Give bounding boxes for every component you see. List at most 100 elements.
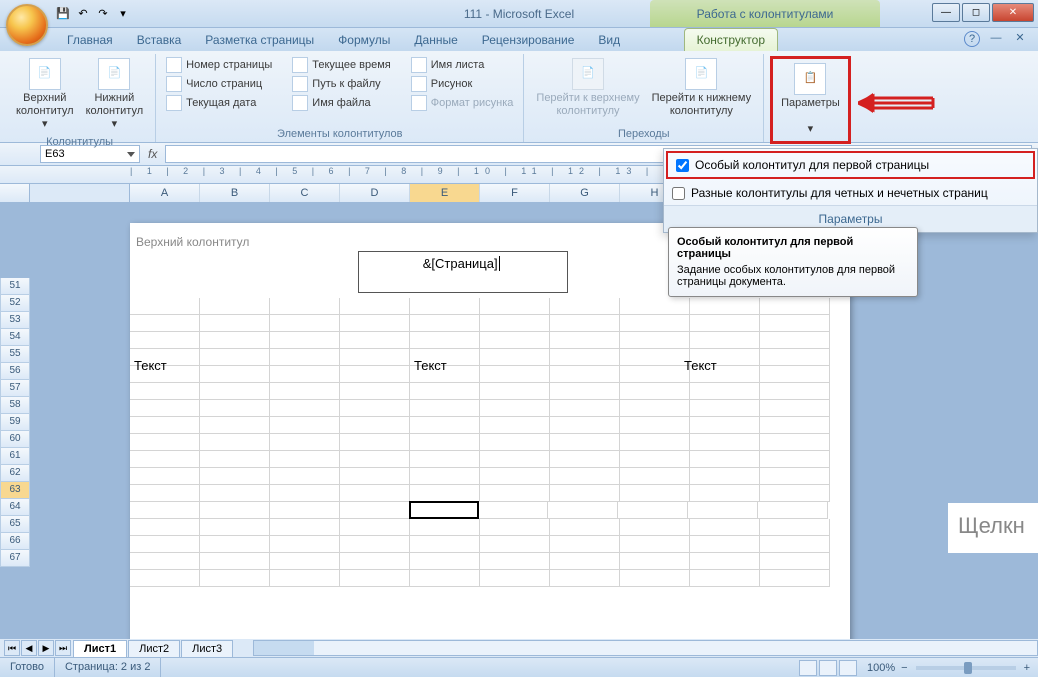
- cell[interactable]: [760, 553, 830, 570]
- cell[interactable]: [200, 417, 270, 434]
- cell[interactable]: [760, 315, 830, 332]
- cell[interactable]: [410, 536, 480, 553]
- cell[interactable]: [410, 315, 480, 332]
- minimize-button[interactable]: —: [932, 3, 960, 22]
- tab-design[interactable]: Конструктор: [684, 28, 778, 51]
- odd-even-checkbox[interactable]: [672, 187, 685, 200]
- row-53[interactable]: 53: [0, 312, 30, 329]
- cell[interactable]: [270, 570, 340, 587]
- cell[interactable]: [760, 468, 830, 485]
- current-time-button[interactable]: Текущее время: [288, 56, 394, 74]
- cell[interactable]: [480, 332, 550, 349]
- cell[interactable]: [130, 315, 200, 332]
- cell[interactable]: [410, 570, 480, 587]
- first-sheet-icon[interactable]: ⏮: [4, 640, 20, 656]
- cell[interactable]: [270, 383, 340, 400]
- cell[interactable]: [690, 417, 760, 434]
- cell[interactable]: [760, 383, 830, 400]
- cell[interactable]: [340, 434, 410, 451]
- cell[interactable]: [200, 553, 270, 570]
- footer-button[interactable]: 📄Нижний колонтитул▾: [80, 56, 150, 134]
- cell[interactable]: [550, 332, 620, 349]
- cell[interactable]: [200, 485, 270, 502]
- maximize-button[interactable]: ◻: [962, 3, 990, 22]
- cell[interactable]: [550, 383, 620, 400]
- cell[interactable]: [550, 315, 620, 332]
- cell[interactable]: [270, 417, 340, 434]
- cell[interactable]: [480, 468, 550, 485]
- col-A[interactable]: A: [130, 184, 200, 202]
- tab-home[interactable]: Главная: [55, 29, 125, 51]
- next-sheet-icon[interactable]: ▶: [38, 640, 54, 656]
- file-name-button[interactable]: Имя файла: [288, 94, 394, 112]
- cell[interactable]: [690, 468, 760, 485]
- goto-footer-button[interactable]: 📄Перейти к нижнему колонтитулу: [646, 56, 757, 120]
- cell[interactable]: [550, 417, 620, 434]
- cell[interactable]: [130, 553, 200, 570]
- cell[interactable]: [618, 502, 688, 519]
- cell[interactable]: [550, 434, 620, 451]
- tab-insert[interactable]: Вставка: [125, 29, 194, 51]
- col-D[interactable]: D: [340, 184, 410, 202]
- cell[interactable]: [480, 536, 550, 553]
- cell[interactable]: [410, 332, 480, 349]
- cell-text[interactable]: Текст: [410, 358, 480, 373]
- cell[interactable]: [480, 553, 550, 570]
- qat-dropdown-icon[interactable]: ▾: [115, 6, 131, 22]
- normal-view-icon[interactable]: [799, 660, 817, 676]
- cell[interactable]: [620, 485, 690, 502]
- cell[interactable]: [760, 485, 830, 502]
- cell[interactable]: [410, 400, 480, 417]
- cell[interactable]: [550, 570, 620, 587]
- cell[interactable]: [200, 519, 270, 536]
- page-number-button[interactable]: Номер страницы: [162, 56, 276, 74]
- cell[interactable]: [200, 383, 270, 400]
- cell[interactable]: [200, 434, 270, 451]
- cell[interactable]: [270, 315, 340, 332]
- cell[interactable]: [270, 502, 340, 519]
- cell[interactable]: [480, 434, 550, 451]
- cell[interactable]: [410, 298, 480, 315]
- cell[interactable]: [270, 451, 340, 468]
- cell[interactable]: [620, 468, 690, 485]
- cell[interactable]: [620, 553, 690, 570]
- cell[interactable]: [200, 570, 270, 587]
- cell[interactable]: [340, 400, 410, 417]
- cell[interactable]: [270, 298, 340, 315]
- cell[interactable]: [340, 570, 410, 587]
- cell[interactable]: [130, 485, 200, 502]
- cell[interactable]: [480, 485, 550, 502]
- cell[interactable]: [410, 519, 480, 536]
- minimize-ribbon-icon[interactable]: —: [988, 31, 1004, 47]
- row-67[interactable]: 67: [0, 550, 30, 567]
- tab-page-layout[interactable]: Разметка страницы: [193, 29, 326, 51]
- horizontal-scrollbar[interactable]: [253, 640, 1038, 656]
- cell[interactable]: [760, 298, 830, 315]
- current-date-button[interactable]: Текущая дата: [162, 94, 276, 112]
- cell[interactable]: [620, 536, 690, 553]
- cell[interactable]: [620, 519, 690, 536]
- file-path-button[interactable]: Путь к файлу: [288, 75, 394, 93]
- cell[interactable]: [410, 468, 480, 485]
- cell[interactable]: [550, 400, 620, 417]
- cell[interactable]: [760, 332, 830, 349]
- cell[interactable]: [130, 536, 200, 553]
- cell[interactable]: [690, 434, 760, 451]
- sheet-tab-1[interactable]: Лист1: [73, 640, 127, 657]
- sheet-tab-3[interactable]: Лист3: [181, 640, 233, 657]
- cell[interactable]: [690, 400, 760, 417]
- col-F[interactable]: F: [480, 184, 550, 202]
- cell[interactable]: [550, 553, 620, 570]
- zoom-level[interactable]: 100%: [861, 662, 901, 674]
- cell-grid[interactable]: [130, 298, 850, 587]
- cell[interactable]: [409, 501, 479, 519]
- col-E[interactable]: E: [410, 184, 480, 202]
- tab-data[interactable]: Данные: [402, 29, 469, 51]
- cell[interactable]: [200, 468, 270, 485]
- cell[interactable]: [690, 536, 760, 553]
- row-60[interactable]: 60: [0, 431, 30, 448]
- close-button[interactable]: ✕: [992, 3, 1034, 22]
- cell[interactable]: [550, 519, 620, 536]
- cell[interactable]: [200, 451, 270, 468]
- undo-icon[interactable]: ↶: [75, 6, 91, 22]
